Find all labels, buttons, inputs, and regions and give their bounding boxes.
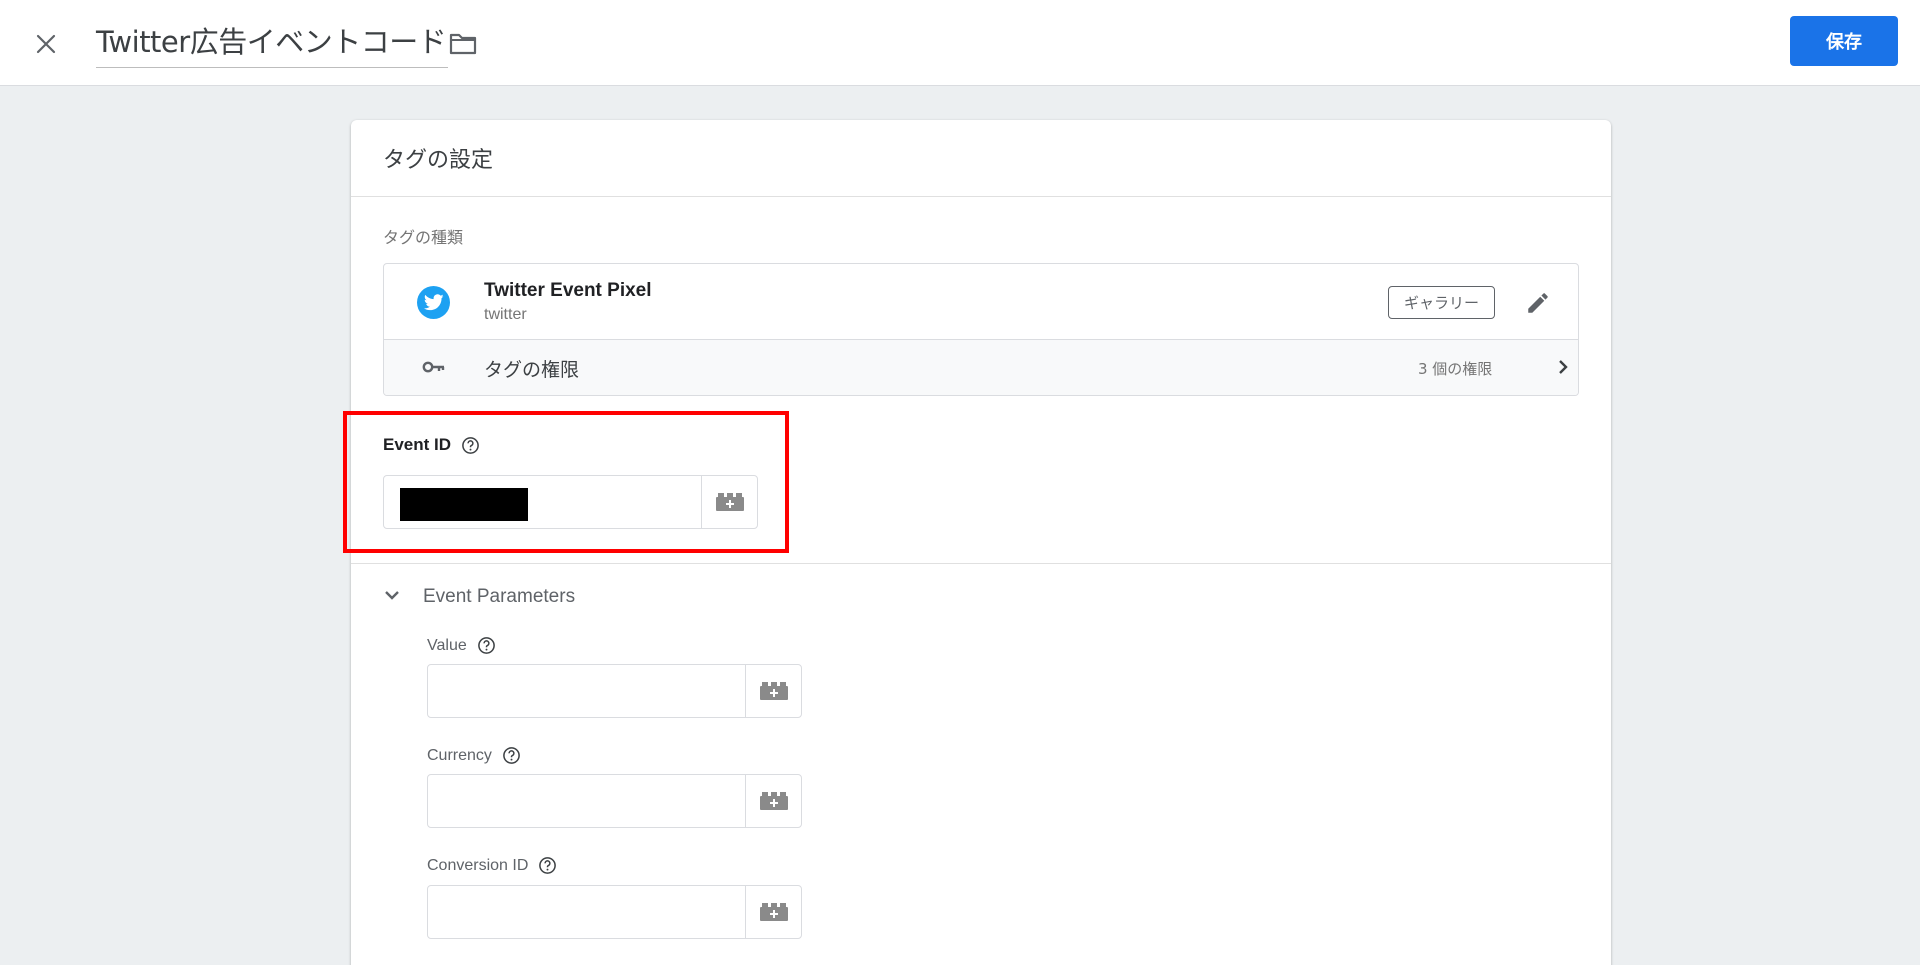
event-id-field-label: Event ID — [383, 435, 480, 455]
chevron-down-icon — [383, 588, 401, 606]
card-header: タグの設定 — [351, 120, 1611, 197]
tag-permissions-row[interactable]: タグの権限 3 個の権限 — [384, 340, 1578, 395]
tag-config-card: タグの設定 タグの種類 Twitter Event Pixel twitter … — [343, 120, 1611, 965]
event-id-label: Event ID — [383, 435, 452, 454]
top-bar: Twitter広告イベントコード 保存 — [0, 0, 1920, 86]
close-icon[interactable] — [28, 26, 64, 62]
conversion-id-input[interactable] — [428, 886, 745, 938]
tag-title-field[interactable]: Twitter広告イベントコード — [96, 22, 449, 68]
value-input[interactable] — [428, 665, 745, 717]
tag-type-row[interactable]: Twitter Event Pixel twitter ギャラリー — [384, 264, 1578, 340]
card-title: タグの設定 — [383, 148, 494, 173]
event-parameters-label: Event Parameters — [423, 586, 576, 607]
gallery-badge: ギャラリー — [1388, 286, 1495, 319]
tag-vendor: twitter — [484, 306, 527, 323]
help-icon[interactable] — [502, 746, 521, 765]
pencil-icon[interactable] — [1521, 286, 1555, 320]
help-icon[interactable] — [477, 636, 496, 655]
divider — [351, 563, 1611, 564]
event-id-input-group — [383, 475, 758, 529]
help-icon[interactable] — [461, 436, 480, 455]
key-icon — [422, 359, 446, 380]
redacted-value — [400, 488, 528, 521]
variable-picker-icon[interactable] — [745, 775, 801, 827]
currency-input[interactable] — [428, 775, 745, 827]
value-label: Value — [427, 636, 467, 654]
chevron-right-icon — [1556, 357, 1570, 382]
tag-name: Twitter Event Pixel — [484, 280, 652, 301]
event-parameters-toggle[interactable]: Event Parameters — [383, 586, 575, 608]
save-button[interactable]: 保存 — [1790, 16, 1898, 66]
permissions-label: タグの権限 — [484, 359, 580, 381]
tag-type-label: タグの種類 — [383, 228, 464, 247]
variable-picker-icon[interactable] — [701, 476, 757, 528]
tag-title[interactable]: Twitter広告イベントコード — [96, 22, 447, 62]
folder-icon[interactable] — [446, 26, 480, 60]
twitter-bird-icon — [417, 286, 450, 319]
permissions-count: 3 個の権限 — [1418, 360, 1493, 378]
currency-input-group — [427, 774, 802, 828]
tag-type-box: Twitter Event Pixel twitter ギャラリー タグの権限 … — [383, 263, 1579, 396]
currency-field-label: Currency — [427, 746, 521, 765]
help-icon[interactable] — [538, 856, 557, 875]
conversion-id-label: Conversion ID — [427, 856, 529, 874]
conversion-id-field-label: Conversion ID — [427, 856, 557, 875]
variable-picker-icon[interactable] — [745, 665, 801, 717]
conversion-id-input-group — [427, 885, 802, 939]
variable-picker-icon[interactable] — [745, 886, 801, 938]
value-field-label: Value — [427, 636, 496, 655]
currency-label: Currency — [427, 746, 492, 764]
value-input-group — [427, 664, 802, 718]
